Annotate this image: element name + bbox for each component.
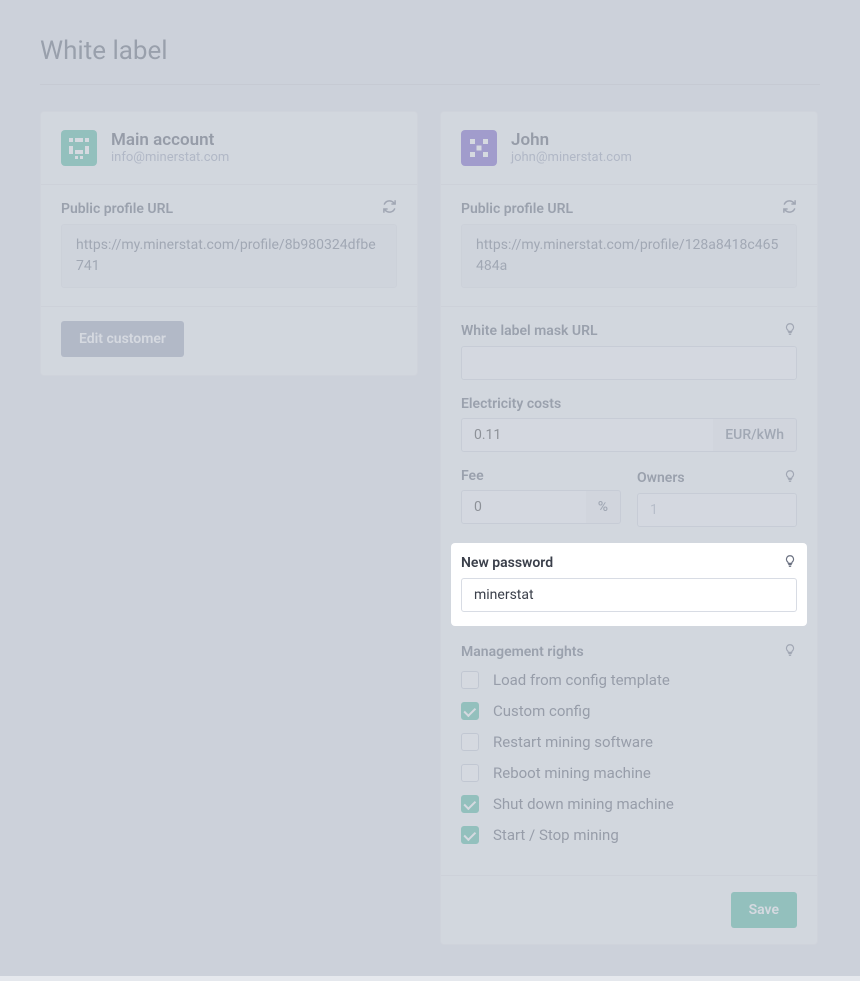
rights-item: Start / Stop mining bbox=[461, 826, 797, 844]
rights-item: Restart mining software bbox=[461, 733, 797, 751]
edit-customer-button[interactable]: Edit customer bbox=[61, 321, 184, 357]
checkbox-label: Shut down mining machine bbox=[493, 795, 674, 813]
fee-unit: % bbox=[586, 490, 621, 524]
owners-label: Owners bbox=[637, 470, 685, 486]
profile-url-value[interactable]: https://my.minerstat.com/profile/128a841… bbox=[461, 224, 797, 288]
checkbox-label: Reboot mining machine bbox=[493, 764, 651, 782]
electricity-unit: EUR/kWh bbox=[713, 418, 797, 452]
divider bbox=[40, 84, 820, 85]
checkbox-label: Restart mining software bbox=[493, 733, 653, 751]
mask-url-input[interactable] bbox=[461, 346, 797, 380]
rights-item: Load from config template bbox=[461, 671, 797, 689]
rights-item: Custom config bbox=[461, 702, 797, 720]
customer-email: john@minerstat.com bbox=[511, 150, 632, 165]
page-title: White label bbox=[40, 36, 820, 66]
bulb-icon[interactable] bbox=[783, 468, 797, 487]
regenerate-icon[interactable] bbox=[782, 199, 797, 218]
checkbox-label: Custom config bbox=[493, 702, 590, 720]
customer-card: John john@minerstat.com Public profile U… bbox=[440, 111, 818, 945]
rights-item: Reboot mining machine bbox=[461, 764, 797, 782]
password-label: New password bbox=[461, 555, 553, 571]
fee-label: Fee bbox=[461, 468, 484, 484]
bulb-icon[interactable] bbox=[783, 321, 797, 340]
main-account-card: Main account info@minerstat.com Public p… bbox=[40, 111, 418, 376]
profile-url-value[interactable]: https://my.minerstat.com/profile/8b98032… bbox=[61, 224, 397, 288]
bulb-icon[interactable] bbox=[783, 553, 797, 572]
rights-item: Shut down mining machine bbox=[461, 795, 797, 813]
profile-url-label: Public profile URL bbox=[61, 201, 173, 217]
mask-url-label: White label mask URL bbox=[461, 323, 598, 339]
save-button[interactable]: Save bbox=[731, 892, 797, 928]
password-input[interactable] bbox=[461, 578, 797, 612]
main-account-avatar bbox=[61, 130, 97, 166]
checkbox-label: Load from config template bbox=[493, 671, 670, 689]
checkbox[interactable] bbox=[461, 764, 479, 782]
customer-avatar bbox=[461, 130, 497, 166]
rights-label: Management rights bbox=[461, 644, 584, 660]
profile-url-label: Public profile URL bbox=[461, 201, 573, 217]
checkbox[interactable] bbox=[461, 702, 479, 720]
checkbox-label: Start / Stop mining bbox=[493, 826, 619, 844]
checkbox[interactable] bbox=[461, 826, 479, 844]
electricity-input[interactable] bbox=[461, 418, 713, 452]
main-account-email: info@minerstat.com bbox=[111, 150, 229, 165]
checkbox[interactable] bbox=[461, 795, 479, 813]
rights-list: Load from config template Custom config Re… bbox=[461, 671, 797, 844]
bulb-icon[interactable] bbox=[783, 642, 797, 661]
electricity-label: Electricity costs bbox=[461, 396, 561, 412]
regenerate-icon[interactable] bbox=[382, 199, 397, 218]
checkbox[interactable] bbox=[461, 671, 479, 689]
customer-name: John bbox=[511, 131, 632, 150]
main-account-name: Main account bbox=[111, 131, 229, 150]
checkbox[interactable] bbox=[461, 733, 479, 751]
fee-input[interactable] bbox=[461, 490, 586, 524]
owners-input[interactable] bbox=[637, 493, 797, 527]
